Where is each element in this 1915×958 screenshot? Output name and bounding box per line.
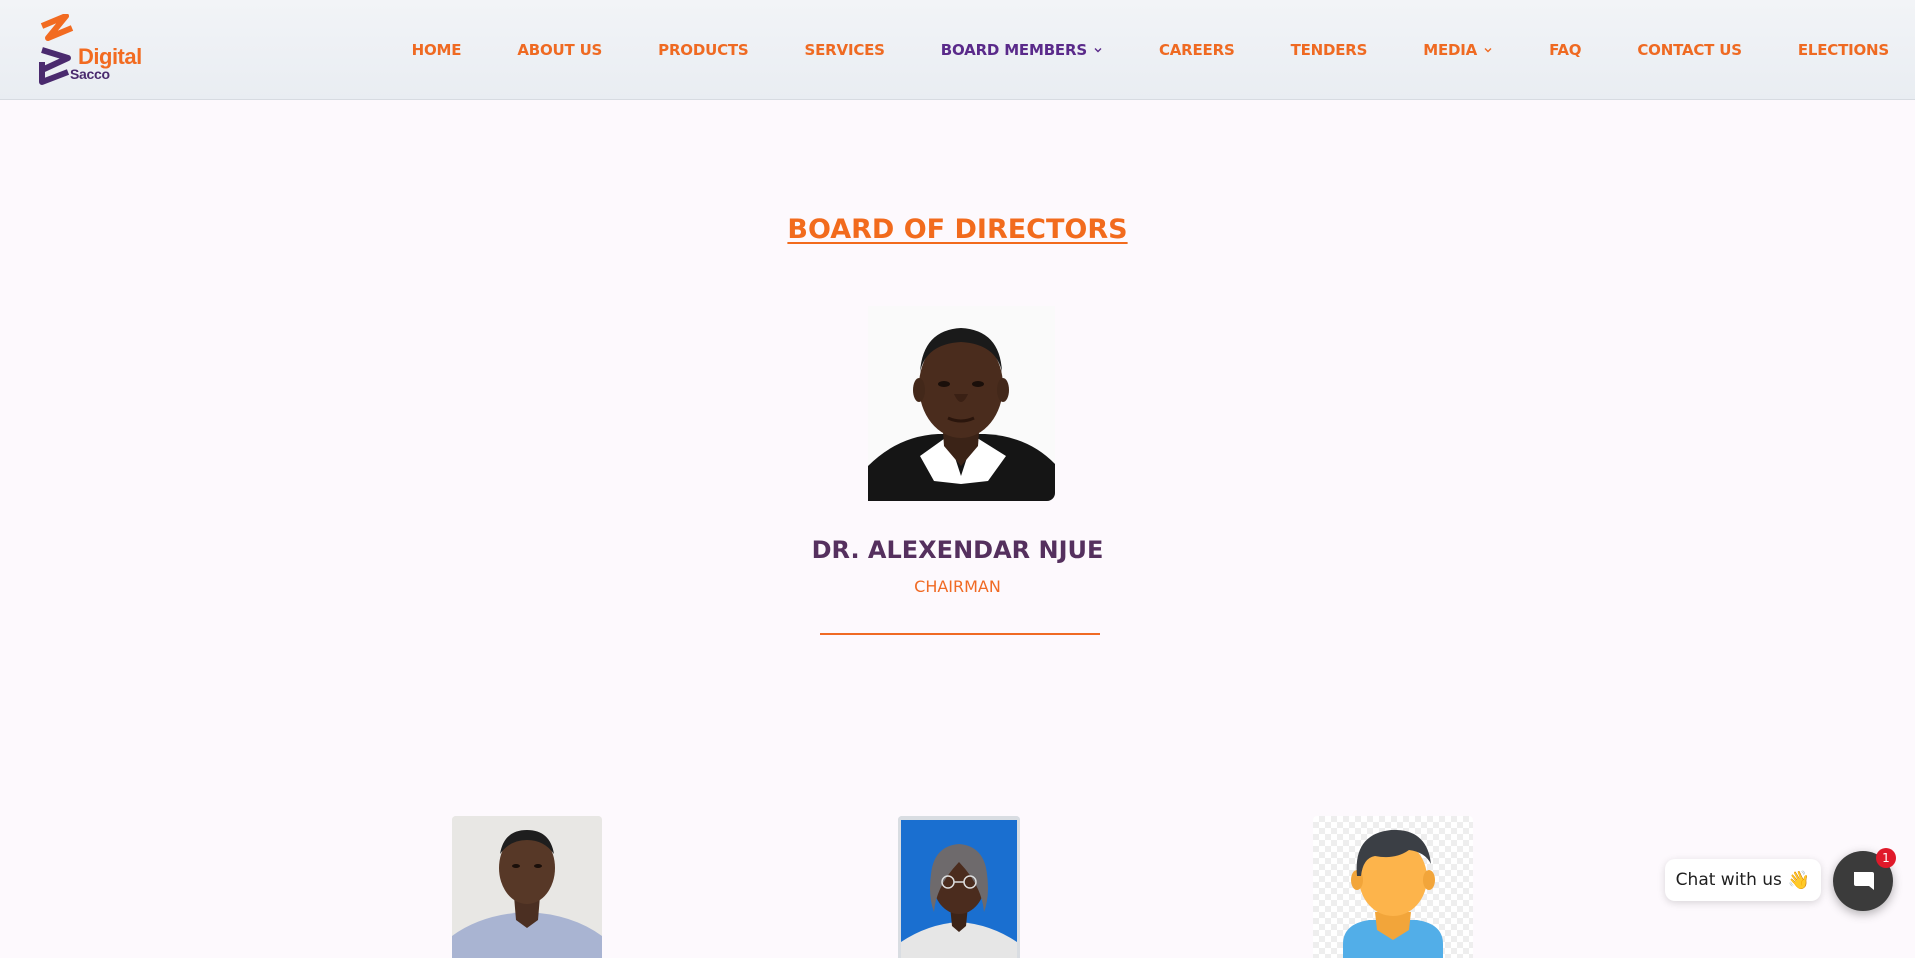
chevron-down-icon <box>1094 48 1102 53</box>
nav-services[interactable]: SERVICES <box>805 41 885 59</box>
nav-contact-us[interactable]: CONTACT US <box>1637 41 1742 59</box>
nav-tenders[interactable]: TENDERS <box>1291 41 1368 59</box>
nav-careers[interactable]: CAREERS <box>1159 41 1235 59</box>
chat-with-us-bubble[interactable]: Chat with us 👋 <box>1665 859 1821 901</box>
board-member-portrait <box>452 816 602 958</box>
nav-careers-label: CAREERS <box>1158 41 1235 59</box>
nav-contact-us-label: CONTACT US <box>1637 41 1742 59</box>
main-nav: HOME ABOUT US PRODUCTS SERVICES BOARD ME… <box>412 0 1890 100</box>
nav-services-label: SERVICES <box>804 41 885 59</box>
nav-faq[interactable]: FAQ <box>1549 41 1581 59</box>
nav-about-us-label: ABOUT US <box>517 41 603 59</box>
nav-media-label: MEDIA <box>1423 41 1478 59</box>
chat-icon <box>1854 872 1874 890</box>
nav-home[interactable]: HOME <box>412 41 462 59</box>
section-divider <box>820 633 1100 635</box>
chat-bubble-label: Chat with us <box>1675 870 1782 890</box>
chairman-role: CHAIRMAN <box>914 577 1001 596</box>
chairman-photo <box>868 306 1055 501</box>
nav-media[interactable]: MEDIA <box>1423 41 1493 59</box>
chairman-name: DR. ALEXENDAR NJUE <box>811 536 1104 564</box>
chairman-portrait <box>868 306 1055 501</box>
nav-faq-label: FAQ <box>1549 41 1582 59</box>
site-header: Digital Sacco HOME ABOUT US PRODUCTS SER… <box>0 0 1915 100</box>
nav-products[interactable]: PRODUCTS <box>658 41 749 59</box>
notification-badge: 1 <box>1876 848 1896 868</box>
nav-about-us[interactable]: ABOUT US <box>517 41 602 59</box>
site-logo[interactable]: Digital Sacco <box>38 13 148 86</box>
nav-board-members-label: BOARD MEMBERS <box>940 41 1087 59</box>
chevron-down-icon <box>1484 48 1492 53</box>
page-title-text: BOARD OF DIRECTORS <box>787 214 1128 245</box>
waving-hand-icon: 👋 <box>1787 869 1811 891</box>
board-member-photo <box>898 816 1020 958</box>
board-member-portrait <box>898 816 1020 958</box>
nav-elections-label: ELECTIONS <box>1797 41 1889 59</box>
nav-products-label: PRODUCTS <box>658 41 749 59</box>
nav-tenders-label: TENDERS <box>1290 41 1368 59</box>
nav-home-label: HOME <box>411 41 462 59</box>
logo-text-sacco: Sacco <box>70 66 110 82</box>
board-member-photo <box>452 816 602 958</box>
nav-elections[interactable]: ELECTIONS <box>1798 41 1889 59</box>
nav-board-members[interactable]: BOARD MEMBERS <box>941 41 1103 59</box>
board-member-photo <box>1313 816 1473 958</box>
page-title: BOARD OF DIRECTORS <box>0 214 1915 245</box>
avatar-placeholder-icon <box>1343 829 1443 958</box>
